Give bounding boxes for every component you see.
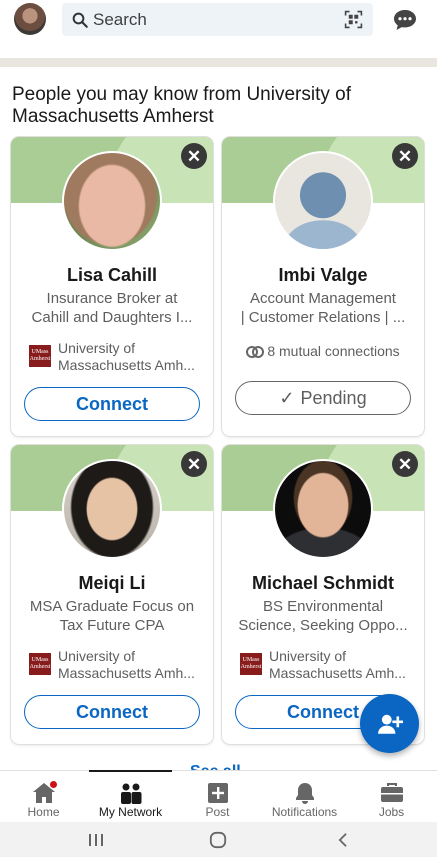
school-name: University of Massachusetts Amh... [58,340,205,374]
headline-line: Account Management [250,290,396,307]
person-card[interactable]: ✕ Meiqi Li MSA Graduate Focus on Tax Fut… [11,445,213,744]
default-avatar-icon[interactable] [273,151,373,251]
search-bar[interactable]: Search [62,3,373,36]
connect-button[interactable]: Connect [24,387,200,421]
close-icon: ✕ [186,146,202,166]
headline-line: Tax Future CPA [59,617,165,634]
nav-my-network[interactable]: My Network [87,770,174,823]
notification-dot [49,780,58,789]
school-line: Massachusetts Amh... [58,357,195,373]
close-icon: ✕ [186,454,202,474]
person-headline: BS Environmental Science, Seeking Oppo..… [234,597,412,635]
pending-label: Pending [300,387,367,408]
school-line: Massachusetts Amh... [269,665,406,681]
search-icon [72,12,88,28]
connect-button[interactable]: Connect [24,695,200,729]
bell-icon [295,783,314,804]
person-name[interactable]: Imbi Valge [222,265,424,286]
qr-code-icon[interactable] [344,10,363,29]
section-divider [0,58,437,67]
headline-line: | Customer Relations | ... [240,309,406,326]
profile-avatar[interactable] [14,3,46,35]
school-line: University of [269,648,347,664]
mutual-connections-icon [246,345,265,358]
nav-home[interactable]: Home [0,771,87,823]
mutual-text: 8 mutual connections [267,343,400,359]
dismiss-button[interactable]: ✕ [181,451,207,477]
pending-button[interactable]: ✓ Pending [235,381,411,415]
nav-jobs[interactable]: Jobs [348,771,435,823]
top-bar: Search [0,0,437,58]
headline-line: BS Environmental [262,598,384,615]
school-line: University of [58,648,136,664]
person-card[interactable]: ✕ Imbi Valge Account Management | Custom… [222,137,424,436]
add-connection-fab[interactable] [360,694,419,753]
nav-label: Home [27,805,60,819]
person-headline: MSA Graduate Focus on Tax Future CPA [23,597,201,635]
close-icon: ✕ [397,146,413,166]
headline-line: MSA Graduate Focus on [29,598,195,615]
profile-photo[interactable] [62,459,162,559]
person-name[interactable]: Meiqi Li [11,573,213,594]
briefcase-icon [380,783,403,802]
umass-logo: UMass Amherst [29,345,51,367]
android-navigation-bar [0,822,437,857]
section-title: People you may know from University of M… [12,84,351,127]
school-line: University of [58,340,136,356]
person-headline: Insurance Broker at Cahill and Daughters… [23,289,201,327]
school-info: UMass Amherst University of Massachusetts… [240,648,416,682]
nav-notifications[interactable]: Notifications [261,771,348,823]
nav-label: Notifications [271,805,338,819]
nav-post[interactable]: Post [174,771,261,823]
recent-apps-button[interactable] [76,822,116,857]
messaging-icon[interactable] [393,9,417,31]
headline-line: Cahill and Daughters I... [31,309,193,326]
umass-logo: UMass Amherst [29,653,51,675]
school-name: University of Massachusetts Amh... [58,648,205,682]
nav-label: My Network [98,805,163,819]
search-placeholder: Search [93,10,147,29]
close-icon: ✕ [397,454,413,474]
add-person-icon [377,714,403,734]
nav-label: Jobs [378,805,405,819]
recent-apps-icon [89,833,103,846]
bottom-navigation: Home My Network Post Notifications Jobs [0,770,437,822]
school-info: UMass Amherst University of Massachusetts… [29,340,205,374]
mutual-connections: 8 mutual connections [222,343,424,359]
person-headline: Account Management | Customer Relations … [234,289,412,327]
dismiss-button[interactable]: ✕ [181,143,207,169]
back-chevron-icon [338,832,347,847]
school-name: University of Massachusetts Amh... [269,648,416,682]
back-button[interactable] [322,822,362,857]
profile-photo[interactable] [273,459,373,559]
headline-line: Insurance Broker at [46,290,178,307]
person-name[interactable]: Michael Schmidt [222,573,424,594]
home-button[interactable] [198,822,238,857]
home-circle-icon [209,831,227,848]
person-card[interactable]: ✕ Lisa Cahill Insurance Broker at Cahill… [11,137,213,436]
profile-photo[interactable] [62,151,162,251]
nav-label: Post [205,805,230,819]
person-name[interactable]: Lisa Cahill [11,265,213,286]
umass-logo: UMass Amherst [240,653,262,675]
dismiss-button[interactable]: ✕ [392,451,418,477]
headline-line: Science, Seeking Oppo... [238,617,408,634]
checkmark-icon: ✓ [279,387,295,408]
school-line: Massachusetts Amh... [58,665,195,681]
dismiss-button[interactable]: ✕ [392,143,418,169]
post-icon [207,783,228,803]
my-network-icon [120,783,141,804]
school-info: UMass Amherst University of Massachusetts… [29,648,205,682]
